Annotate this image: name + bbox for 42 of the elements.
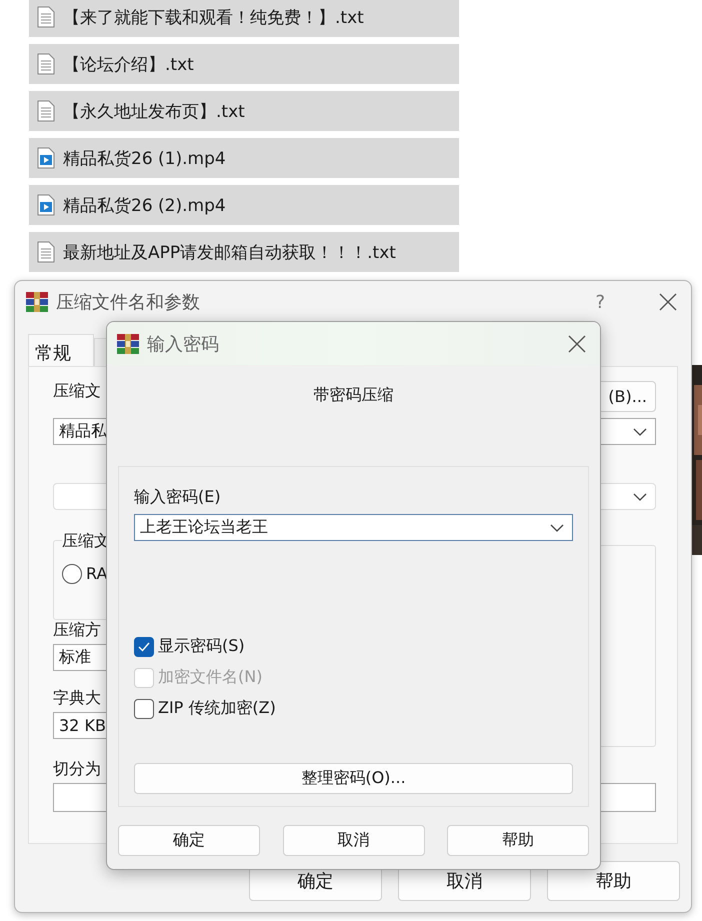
window-title: 压缩文件名和参数 [56, 291, 201, 314]
password-field[interactable]: 上老王论坛当老王 [134, 514, 573, 541]
file-item[interactable]: 精品私货26 (2).mp4 [29, 185, 459, 225]
file-item[interactable]: 最新地址及APP请发邮箱自动获取！！！.txt [29, 232, 459, 272]
radio-label: RA [86, 564, 108, 583]
tab[interactable]: 常规 [28, 334, 94, 366]
dialog-button[interactable]: 确定 [118, 825, 260, 856]
chevron-down-icon [633, 428, 647, 436]
file-item[interactable]: 【来了就能下载和观看！纯免费！】.txt [29, 0, 459, 37]
field-label: 切分为 [53, 759, 101, 780]
chevron-down-icon [550, 524, 564, 532]
organize-passwords-button[interactable]: 整理密码(O)... [134, 763, 573, 794]
books-stack-icon [26, 292, 48, 312]
document-icon [37, 100, 55, 122]
file-item[interactable]: 【永久地址发布页】.txt [29, 91, 459, 131]
checkbox-option[interactable]: ZIP 传统加密(Z) [134, 693, 573, 724]
help-button[interactable]: ? [595, 292, 605, 312]
dialog-button[interactable]: 帮助 [447, 825, 589, 856]
document-icon [37, 6, 55, 28]
close-icon[interactable] [659, 293, 677, 311]
file-item[interactable]: 【论坛介绍】.txt [29, 44, 459, 84]
radio-button[interactable] [62, 564, 82, 584]
dialog-button[interactable]: 取消 [282, 825, 424, 856]
checkbox[interactable] [134, 636, 154, 656]
check-icon [138, 642, 150, 652]
dialog-button[interactable]: 帮助 [547, 861, 680, 901]
window-title: 输入密码 [147, 332, 220, 356]
document-icon [37, 241, 55, 263]
video-file-icon [37, 147, 55, 169]
field-label: 压缩文 [53, 381, 101, 402]
dialog-heading: 带密码压缩 [312, 385, 394, 406]
chevron-down-icon [633, 492, 647, 500]
books-stack-icon [117, 334, 139, 354]
field-label: 压缩方 [53, 620, 101, 641]
video-file-icon [37, 194, 55, 216]
close-icon[interactable] [568, 334, 586, 352]
field-label: 输入密码(E) [134, 487, 221, 508]
checkbox-option[interactable]: 显示密码(S) [134, 631, 573, 662]
file-item[interactable]: 精品私货26 (1).mp4 [29, 138, 459, 178]
checkbox[interactable] [134, 698, 154, 718]
field-label: 字典大 [53, 688, 101, 709]
document-icon [37, 53, 55, 75]
